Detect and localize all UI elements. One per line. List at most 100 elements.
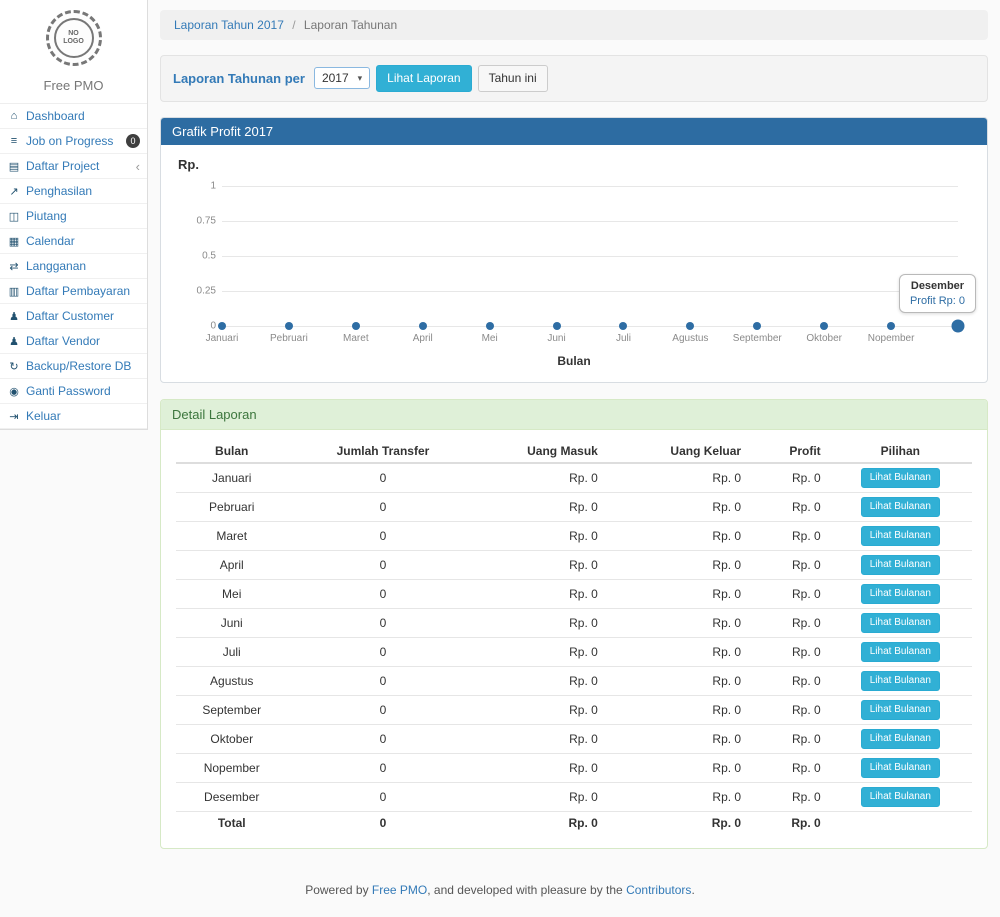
table-cell: Rp. 0 <box>606 753 749 782</box>
data-point-agustus[interactable] <box>686 322 694 330</box>
data-point-september[interactable] <box>753 322 761 330</box>
footer-contributors-link[interactable]: Contributors <box>626 883 691 897</box>
vendors-icon: ♟ <box>7 335 21 348</box>
filter-label: Laporan Tahunan per <box>173 71 305 86</box>
y-tick-label: 0 <box>180 320 216 331</box>
x-tick-label: Mei <box>482 333 498 344</box>
data-point-pebruari[interactable] <box>285 322 293 330</box>
lihat-laporan-button[interactable]: Lihat Laporan <box>376 65 471 92</box>
action-cell: Lihat Bulanan <box>829 463 972 493</box>
table-cell: 0 <box>287 637 478 666</box>
lihat-bulanan-button[interactable]: Lihat Bulanan <box>861 729 940 749</box>
footer-freepmo-link[interactable]: Free PMO <box>372 883 427 897</box>
data-point-maret[interactable] <box>352 322 360 330</box>
app-logo: NO LOGO <box>46 10 102 66</box>
table-cell: Rp. 0 <box>749 608 829 637</box>
sidebar-item-daftar-project[interactable]: ▤Daftar Project‹ <box>0 154 147 179</box>
footer: Powered by Free PMO, and developed with … <box>0 869 1000 917</box>
table-cell: Rp. 0 <box>478 724 605 753</box>
footer-text-middle: , and developed with pleasure by the <box>427 883 626 897</box>
table-row: Oktober0Rp. 0Rp. 0Rp. 0Lihat Bulanan <box>176 724 972 753</box>
lihat-bulanan-button[interactable]: Lihat Bulanan <box>861 613 940 633</box>
receivable-money-icon: ◫ <box>7 210 21 223</box>
table-row: Juni0Rp. 0Rp. 0Rp. 0Lihat Bulanan <box>176 608 972 637</box>
lihat-bulanan-button[interactable]: Lihat Bulanan <box>861 758 940 778</box>
y-tick-label: 0.25 <box>180 285 216 296</box>
lihat-bulanan-button[interactable]: Lihat Bulanan <box>861 671 940 691</box>
sidebar-item-label: Piutang <box>26 209 140 223</box>
table-cell: 0 <box>287 608 478 637</box>
data-point-juni[interactable] <box>553 322 561 330</box>
sidebar-item-label: Daftar Pembayaran <box>26 284 140 298</box>
table-cell: Rp. 0 <box>606 550 749 579</box>
app-name: Free PMO <box>0 78 147 93</box>
gridline <box>222 256 958 257</box>
sidebar-item-label: Penghasilan <box>26 184 140 198</box>
table-cell: 0 <box>287 492 478 521</box>
sidebar-item-dashboard[interactable]: ⌂Dashboard <box>0 104 147 129</box>
sidebar-item-daftar-customer[interactable]: ♟Daftar Customer <box>0 304 147 329</box>
action-cell: Lihat Bulanan <box>829 695 972 724</box>
data-point-januari[interactable] <box>218 322 226 330</box>
gridline <box>222 221 958 222</box>
sidebar-item-daftar-pembayaran[interactable]: ▥ Daftar Pembayaran <box>0 279 147 304</box>
lihat-bulanan-button[interactable]: Lihat Bulanan <box>861 497 940 517</box>
table-cell: Rp. 0 <box>478 521 605 550</box>
lihat-bulanan-button[interactable]: Lihat Bulanan <box>861 555 940 575</box>
y-tick-label: 1 <box>180 180 216 191</box>
subscription-icon: ⇄ <box>7 260 21 273</box>
payments-icon: ▥ <box>7 285 21 298</box>
data-point-april[interactable] <box>419 322 427 330</box>
data-point-juli[interactable] <box>619 322 627 330</box>
table-cell: Rp. 0 <box>478 492 605 521</box>
sidebar-item-daftar-vendor[interactable]: ♟Daftar Vendor <box>0 329 147 354</box>
table-cell: Rp. 0 <box>749 724 829 753</box>
no-logo-placeholder: NO LOGO <box>54 18 94 58</box>
sidebar-item-keluar[interactable]: ⇥Keluar <box>0 404 147 429</box>
sidebar-item-label: Langganan <box>26 259 140 273</box>
lihat-bulanan-button[interactable]: Lihat Bulanan <box>861 642 940 662</box>
profit-line-chart: Desember Profit Rp: 0 00.250.50.751Janua… <box>222 186 958 326</box>
action-cell: Lihat Bulanan <box>829 579 972 608</box>
dashboard-icon: ⌂ <box>7 110 21 122</box>
sidebar-item-langganan[interactable]: ⇄ Langganan <box>0 254 147 279</box>
sidebar-item-backup-restore-db[interactable]: ↻Backup/Restore DB <box>0 354 147 379</box>
table-cell: 0 <box>287 724 478 753</box>
year-select[interactable]: 2017 ▾ <box>314 67 370 89</box>
data-point-nopember[interactable] <box>887 322 895 330</box>
table-total-row: Total0Rp. 0Rp. 0Rp. 0 <box>176 811 972 834</box>
breadcrumb-link-laporan-tahun[interactable]: Laporan Tahun 2017 <box>174 18 284 32</box>
data-point-desember[interactable] <box>952 319 965 332</box>
report-table: BulanJumlah TransferUang MasukUang Kelua… <box>176 440 972 834</box>
chart-panel-heading: Grafik Profit 2017 <box>161 118 987 145</box>
data-point-oktober[interactable] <box>820 322 828 330</box>
sidebar-item-label: Keluar <box>26 409 140 423</box>
lihat-bulanan-button[interactable]: Lihat Bulanan <box>861 526 940 546</box>
x-tick-label: Januari <box>206 333 239 344</box>
table-cell: Desember <box>176 782 287 811</box>
data-point-mei[interactable] <box>486 322 494 330</box>
tahun-ini-button[interactable]: Tahun ini <box>478 65 548 92</box>
lihat-bulanan-button[interactable]: Lihat Bulanan <box>861 700 940 720</box>
sidebar-item-job-on-progress[interactable]: ≡Job on Progress0 <box>0 129 147 154</box>
total-cell: Rp. 0 <box>478 811 605 834</box>
table-cell: 0 <box>287 695 478 724</box>
column-header: Bulan <box>176 440 287 463</box>
lihat-bulanan-button[interactable]: Lihat Bulanan <box>861 584 940 604</box>
total-cell: 0 <box>287 811 478 834</box>
year-select-value: 2017 <box>322 71 349 85</box>
sidebar-item-ganti-password[interactable]: ◉Ganti Password <box>0 379 147 404</box>
x-tick-label: Pebruari <box>270 333 308 344</box>
sidebar-item-penghasilan[interactable]: ↗Penghasilan <box>0 179 147 204</box>
sidebar-item-piutang[interactable]: ◫ Piutang <box>0 204 147 229</box>
sidebar-item-label: Ganti Password <box>26 384 140 398</box>
sidebar-item-calendar[interactable]: ▦Calendar <box>0 229 147 254</box>
table-row: Pebruari0Rp. 0Rp. 0Rp. 0Lihat Bulanan <box>176 492 972 521</box>
lihat-bulanan-button[interactable]: Lihat Bulanan <box>861 787 940 807</box>
action-cell: Lihat Bulanan <box>829 666 972 695</box>
sidebar-item-label: Daftar Project <box>26 159 131 173</box>
table-row: Agustus0Rp. 0Rp. 0Rp. 0Lihat Bulanan <box>176 666 972 695</box>
sidebar-menu: ⌂Dashboard≡Job on Progress0▤Daftar Proje… <box>0 103 147 429</box>
lihat-bulanan-button[interactable]: Lihat Bulanan <box>861 468 940 488</box>
table-cell: April <box>176 550 287 579</box>
